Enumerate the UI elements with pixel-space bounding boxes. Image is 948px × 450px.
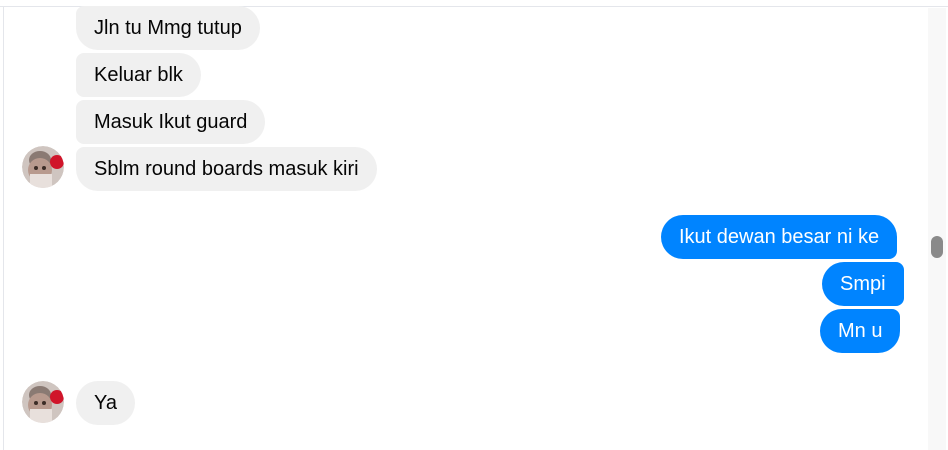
chat-window: Jln tu Mmg tutup Keluar blk Masuk Ikut g…: [0, 0, 948, 450]
contact-avatar[interactable]: [22, 381, 64, 423]
message-bubble-incoming[interactable]: Jln tu Mmg tutup: [76, 6, 260, 50]
message-bubble-outgoing[interactable]: Ikut dewan besar ni ke: [661, 215, 898, 259]
contact-avatar[interactable]: [22, 146, 64, 188]
message-bubble-incoming[interactable]: Ya: [76, 381, 135, 425]
avatar-photo-icon: [22, 381, 64, 423]
message-bubble-incoming[interactable]: Keluar blk: [76, 53, 201, 97]
message-bubble-outgoing[interactable]: Mn u: [820, 309, 901, 353]
scrollbar-track[interactable]: [928, 8, 946, 450]
message-list[interactable]: Jln tu Mmg tutup Keluar blk Masuk Ikut g…: [0, 0, 925, 450]
avatar-photo-icon: [22, 146, 64, 188]
message-bubble-incoming[interactable]: Sblm round boards masuk kiri: [76, 147, 377, 191]
scrollbar-thumb[interactable]: [931, 236, 943, 258]
message-bubble-outgoing[interactable]: Smpi: [822, 262, 904, 306]
message-bubble-incoming[interactable]: Masuk Ikut guard: [76, 100, 266, 144]
